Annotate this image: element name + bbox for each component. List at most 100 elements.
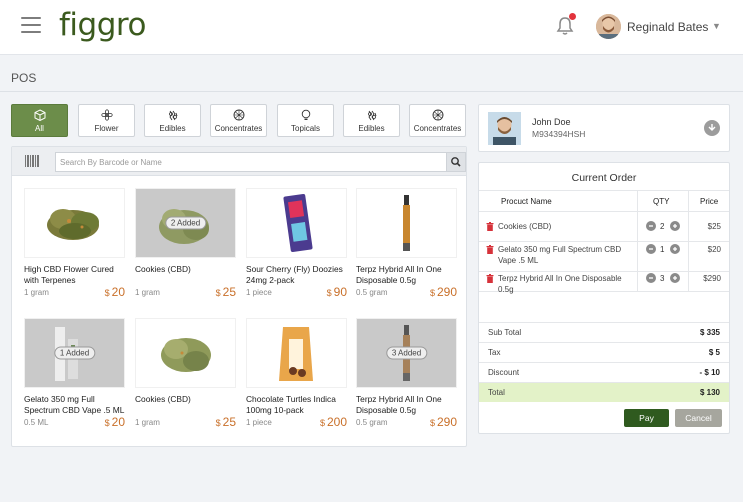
product-price: $25 [215,285,236,299]
category-topicals[interactable]: Topicals [277,104,334,137]
order-item-qty: 3 [660,274,665,283]
product-card[interactable]: High CBD Flower Cured with Terpenes 1 gr… [24,188,125,299]
product-name: Gelato 350 mg Full Spectrum CBD Vape .5 … [24,394,125,415]
decrease-qty-button[interactable] [646,244,656,254]
product-name: Cookies (CBD) [135,264,191,274]
product-price: $290 [429,285,457,299]
discount-row: Discount - $ 10 [479,362,729,382]
decrease-qty-button[interactable] [646,221,656,231]
customer-avatar [488,112,521,145]
order-item-price: $25 [707,222,721,231]
divider [0,91,743,92]
col-qty: QTY [653,197,670,206]
product-card[interactable]: 1 Added Gelato 350 mg Full Spectrum CBD … [24,318,125,429]
customer-card[interactable]: John Doe M934394HSH [478,104,730,152]
user-name[interactable]: Reginald Bates [627,20,708,34]
discount-label: Discount [488,368,520,377]
category-concentrates-2[interactable]: Concentrates [409,104,466,137]
product-card[interactable]: Terpz Hybrid All In One Disposable 0.5g … [356,188,457,299]
total-row: Total $ 130 [479,382,729,402]
cancel-button[interactable]: Cancel [675,409,722,427]
order-item-name: Terpz Hybrid All In One Disposable 0.5g [498,274,622,294]
chevron-down-icon[interactable]: ▼ [712,21,721,31]
product-unit: 1 gram [135,288,160,297]
user-avatar[interactable] [596,14,621,39]
trash-icon[interactable] [486,274,494,283]
category-edibles[interactable]: Edibles [144,104,201,137]
product-card[interactable]: Sour Cherry (Fly) Doozies 24mg 2-pack 1 … [246,188,347,299]
product-name: High CBD Flower Cured with Terpenes [24,264,114,285]
added-badge: 2 Added [164,216,207,230]
top-header: figgro Reginald Bates ▼ [0,0,743,55]
added-badge: 3 Added [385,346,428,360]
tax-row: Tax $ 5 [479,342,729,362]
category-concentrates[interactable]: Concentrates [210,104,267,137]
customer-name: John Doe [532,117,571,127]
product-card[interactable]: 3 Added Terpz Hybrid All In One Disposab… [356,318,457,429]
product-image: 1 Added [24,318,125,388]
search-bar [12,147,466,176]
search-button[interactable] [446,152,466,172]
page-title: POS [11,71,37,85]
subtotal-value: $ 335 [699,328,720,337]
product-name: Terpz Hybrid All In One Disposable 0.5g [356,394,442,415]
order-item-price: $290 [703,274,721,283]
logo[interactable]: figgro [59,7,146,43]
product-image [356,188,457,258]
category-edibles-2[interactable]: Edibles [343,104,400,137]
product-card[interactable]: 2 Added Cookies (CBD) 1 gram $25 [135,188,236,299]
product-image: 2 Added [135,188,236,258]
menu-icon[interactable] [21,17,41,33]
product-unit: 1 piece [246,418,272,427]
product-unit: 1 piece [246,288,272,297]
product-image: 3 Added [356,318,457,388]
concentrates-icon [432,109,443,121]
subtotal-row: Sub Total $ 335 [479,322,729,342]
search-input[interactable] [55,152,446,172]
box-icon [34,109,45,121]
topicals-icon [301,109,310,120]
added-badge: 1 Added [53,346,96,360]
increase-qty-button[interactable] [670,221,680,231]
product-card[interactable]: Chocolate Turtles Indica 100mg 10-pack 1… [246,318,347,429]
order-title: Current Order [571,172,637,184]
col-price: Price [700,197,719,206]
category-label: Flower [94,124,119,133]
search-icon [451,157,461,167]
customer-id: M934394HSH [532,129,586,139]
trash-icon[interactable] [486,222,494,231]
flower-icon [100,109,113,121]
product-name: Chocolate Turtles Indica 100mg 10-pack [246,394,336,415]
concentrates-icon [233,109,244,121]
increase-qty-button[interactable] [670,244,680,254]
order-table-header: Procuct Name QTY Price [479,190,729,212]
barcode-icon[interactable] [25,155,39,167]
order-row: Cookies (CBD) 2 $25 [479,212,729,242]
increase-qty-button[interactable] [670,273,680,283]
category-label: Topicals [291,124,320,133]
product-card[interactable]: Cookies (CBD) 1 gram $25 [135,318,236,429]
tax-value: $ 5 [708,348,720,357]
category-label: Edibles [159,124,186,133]
pay-button[interactable]: Pay [624,409,669,427]
decrease-qty-button[interactable] [646,273,656,283]
total-value: $ 130 [699,388,720,397]
category-flower[interactable]: Flower [78,104,135,137]
subtotal-label: Sub Total [488,328,522,337]
order-item-qty: 1 [660,245,665,254]
category-label: Concentrates [413,124,462,133]
trash-icon[interactable] [486,245,494,254]
product-name: Terpz Hybrid All In One Disposable 0.5g [356,264,442,285]
notification-bell-icon[interactable] [556,13,576,36]
order-row: Terpz Hybrid All In One Disposable 0.5g … [479,272,729,294]
category-all[interactable]: All [11,104,68,137]
edibles-icon [168,110,177,121]
product-panel: High CBD Flower Cured with Terpenes 1 gr… [11,146,467,447]
order-item-qty: 2 [660,222,665,231]
notification-dot [569,13,576,20]
product-price: $25 [215,415,236,429]
expand-icon[interactable] [704,120,720,136]
product-price: $20 [104,285,125,299]
tax-label: Tax [488,348,501,357]
product-unit: 1 gram [24,288,49,297]
